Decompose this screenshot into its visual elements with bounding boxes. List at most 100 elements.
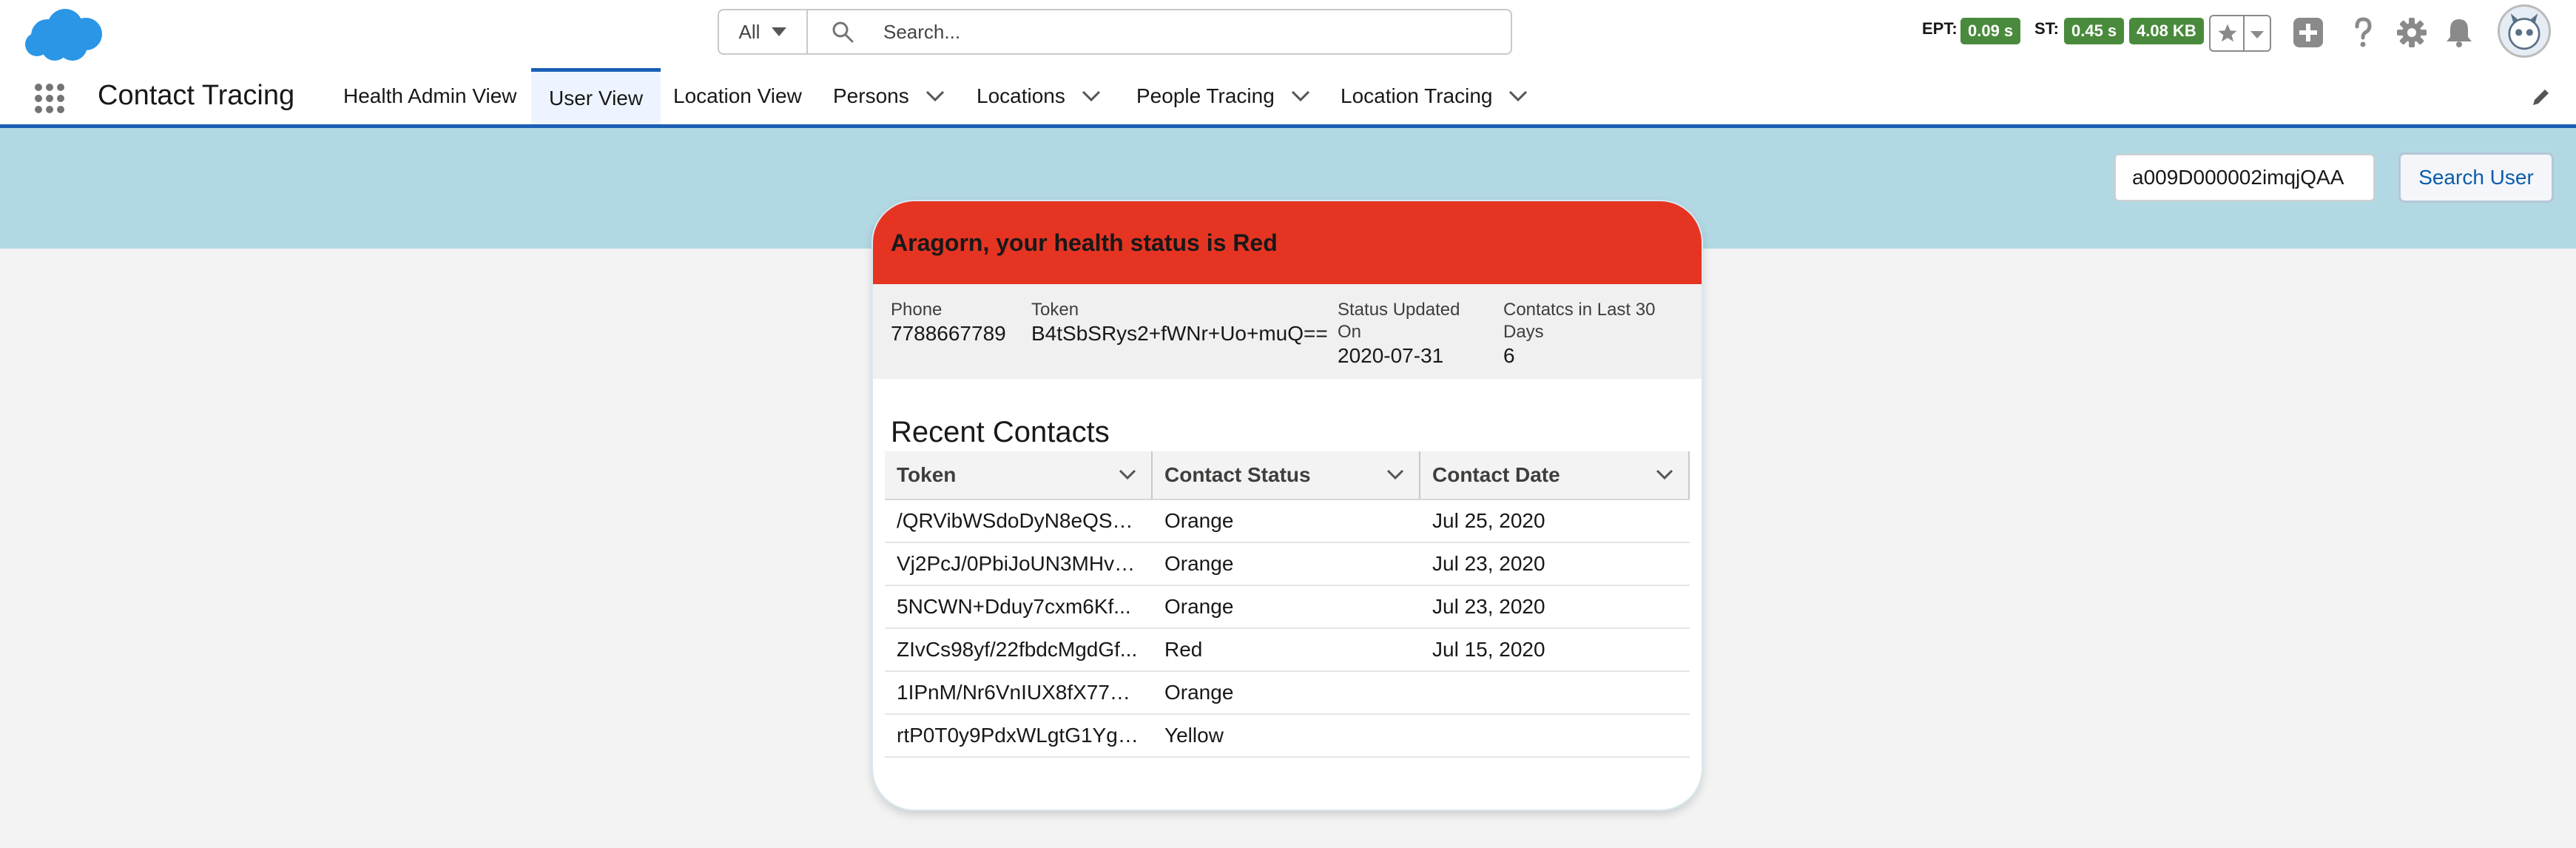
nav-tab-people-tracing[interactable]: People Tracing bbox=[1127, 68, 1319, 124]
salesforce-cloud-logo[interactable] bbox=[19, 4, 108, 64]
date-cell: Jul 25, 2020 bbox=[1432, 509, 1545, 532]
nav-tab-label: Health Admin View bbox=[343, 84, 517, 107]
nav-tab-user-view[interactable]: User View bbox=[531, 68, 661, 124]
add-icon[interactable] bbox=[2290, 15, 2326, 50]
app-launcher-icon[interactable] bbox=[34, 83, 65, 114]
date-cell: Jul 23, 2020 bbox=[1432, 595, 1545, 618]
ept-badge: 0.09 s bbox=[1960, 18, 2021, 44]
app-navigation-bar: Contact Tracing Health Admin View User V… bbox=[0, 68, 2576, 128]
contacts-count-label: Contatcs in Last 30 bbox=[1503, 300, 1656, 320]
nav-tab-health-admin-view[interactable]: Health Admin View bbox=[333, 68, 527, 124]
column-header-label: Contact Status bbox=[1164, 463, 1311, 486]
chevron-down-icon[interactable] bbox=[1291, 90, 1310, 102]
favorites-button[interactable] bbox=[2209, 15, 2271, 52]
nav-tab-label: Persons bbox=[833, 84, 909, 107]
contacts-count-field: Contatcs in Last 30 Days 6 bbox=[1503, 299, 1655, 369]
user-id-input[interactable] bbox=[2114, 154, 2375, 201]
card-title: Aragorn, your health status is Red bbox=[891, 229, 1278, 256]
recent-contacts-title: Recent Contacts bbox=[891, 416, 1110, 448]
search-scope-label: All bbox=[738, 20, 761, 43]
recent-contacts-table: Token Contact Status Contact Date /QRVib… bbox=[885, 451, 1690, 758]
ept-label: EPT: bbox=[1922, 19, 1958, 38]
column-header-contact-date[interactable]: Contact Date bbox=[1420, 451, 1690, 499]
table-row[interactable]: 5NCWN+Dduy7cxm6Kf... Orange Jul 23, 2020 bbox=[885, 586, 1690, 629]
token-value: B4tSbSRys2+fWNr+Uo+muQ== bbox=[1031, 322, 1328, 345]
token-cell: rtP0T0y9PdxWLgtG1YgIB... bbox=[897, 724, 1141, 747]
status-banner: Aragorn, your health status is Red bbox=[873, 201, 1702, 284]
table-row[interactable]: ZIvCs98yf/22fbdcMgdGf... Red Jul 15, 202… bbox=[885, 629, 1690, 672]
nav-tab-label: Location Tracing bbox=[1341, 84, 1493, 107]
token-cell: 1IPnM/Nr6VnIUX8fX77D... bbox=[897, 681, 1141, 704]
phone-label: Phone bbox=[891, 300, 943, 320]
caret-down-icon bbox=[772, 27, 787, 36]
chevron-down-icon[interactable] bbox=[925, 90, 945, 102]
token-cell: 5NCWN+Dduy7cxm6Kf... bbox=[897, 595, 1131, 618]
status-cell: Orange bbox=[1164, 509, 1234, 532]
bell-icon[interactable] bbox=[2441, 15, 2477, 50]
nav-tab-locations[interactable]: Locations bbox=[968, 68, 1110, 124]
st-badge: 0.45 s bbox=[2064, 18, 2125, 44]
chevron-down-icon[interactable] bbox=[1508, 90, 1528, 102]
phone-field: Phone 7788667789 bbox=[891, 299, 1006, 346]
global-search-input[interactable] bbox=[882, 15, 1491, 49]
status-cell: Orange bbox=[1164, 552, 1234, 575]
nav-tab-persons[interactable]: Persons bbox=[824, 68, 954, 124]
star-icon bbox=[2218, 24, 2237, 42]
size-badge: 4.08 KB bbox=[2129, 18, 2204, 44]
table-row[interactable]: rtP0T0y9PdxWLgtG1YgIB... Yellow bbox=[885, 715, 1690, 758]
token-field: Token B4tSbSRys2+fWNr+Uo+muQ== bbox=[1031, 299, 1328, 346]
table-row[interactable]: 1IPnM/Nr6VnIUX8fX77D... Orange bbox=[885, 672, 1690, 715]
token-cell: ZIvCs98yf/22fbdcMgdGf... bbox=[897, 638, 1138, 661]
gear-icon[interactable] bbox=[2394, 15, 2430, 50]
status-cell: Orange bbox=[1164, 595, 1234, 618]
user-info-strip: Phone 7788667789 Token B4tSbSRys2+fWNr+U… bbox=[873, 284, 1702, 379]
date-cell bbox=[1420, 715, 1702, 756]
nav-tab-label: People Tracing bbox=[1136, 84, 1275, 107]
table-row[interactable]: /QRVibWSdoDyN8eQSC... Orange Jul 25, 202… bbox=[885, 500, 1690, 543]
chevron-down-icon[interactable] bbox=[1119, 469, 1136, 481]
global-search[interactable]: All bbox=[718, 9, 1512, 55]
column-header-token[interactable]: Token bbox=[885, 451, 1153, 499]
column-header-label: Contact Date bbox=[1432, 463, 1560, 486]
caret-down-icon bbox=[2250, 31, 2264, 38]
st-label: ST: bbox=[2034, 19, 2059, 38]
help-icon[interactable] bbox=[2345, 15, 2381, 50]
table-row[interactable]: Vj2PcJ/0PbiJoUN3MHvN... Orange Jul 23, 2… bbox=[885, 543, 1690, 586]
avatar-icon bbox=[2508, 13, 2540, 50]
nav-tab-label: Locations bbox=[977, 84, 1065, 107]
nav-tab-location-tracing[interactable]: Location Tracing bbox=[1332, 68, 1537, 124]
phone-value: 7788667789 bbox=[891, 322, 1006, 345]
nav-tab-label: User View bbox=[549, 86, 644, 110]
app-name: Contact Tracing bbox=[98, 80, 295, 111]
user-avatar[interactable] bbox=[2498, 4, 2551, 58]
search-user-button[interactable]: Search User bbox=[2398, 152, 2554, 203]
search-icon bbox=[832, 21, 854, 43]
nav-tab-location-view[interactable]: Location View bbox=[664, 68, 811, 124]
column-header-label: Token bbox=[897, 463, 957, 486]
status-cell: Red bbox=[1164, 638, 1203, 661]
date-cell bbox=[1420, 672, 1702, 713]
token-cell: /QRVibWSdoDyN8eQSC... bbox=[897, 509, 1141, 532]
date-cell: Jul 15, 2020 bbox=[1432, 638, 1545, 661]
contacts-count-value: 6 bbox=[1503, 344, 1515, 367]
status-updated-label: On bbox=[1338, 322, 1362, 342]
status-updated-label: Status Updated bbox=[1338, 300, 1460, 320]
health-status-card: Aragorn, your health status is Red Phone… bbox=[873, 201, 1702, 810]
contacts-count-label: Days bbox=[1503, 322, 1544, 342]
table-header: Token Contact Status Contact Date bbox=[885, 451, 1690, 500]
date-cell: Jul 23, 2020 bbox=[1432, 552, 1545, 575]
column-header-contact-status[interactable]: Contact Status bbox=[1153, 451, 1420, 499]
status-updated-value: 2020-07-31 bbox=[1338, 344, 1444, 367]
pencil-icon[interactable] bbox=[2530, 86, 2552, 108]
token-cell: Vj2PcJ/0PbiJoUN3MHvN... bbox=[897, 552, 1141, 575]
token-label: Token bbox=[1031, 300, 1079, 320]
status-updated-field: Status Updated On 2020-07-31 bbox=[1338, 299, 1460, 369]
status-cell: Yellow bbox=[1164, 724, 1224, 747]
chevron-down-icon[interactable] bbox=[1656, 469, 1673, 481]
chevron-down-icon[interactable] bbox=[1386, 469, 1404, 481]
nav-tab-label: Location View bbox=[673, 84, 802, 107]
global-header: All EPT: 0.09 s ST: 0.45 s 4.08 KB bbox=[0, 0, 2576, 68]
chevron-down-icon[interactable] bbox=[1082, 90, 1101, 102]
status-cell: Orange bbox=[1164, 681, 1234, 704]
search-scope-select[interactable]: All bbox=[719, 10, 808, 53]
